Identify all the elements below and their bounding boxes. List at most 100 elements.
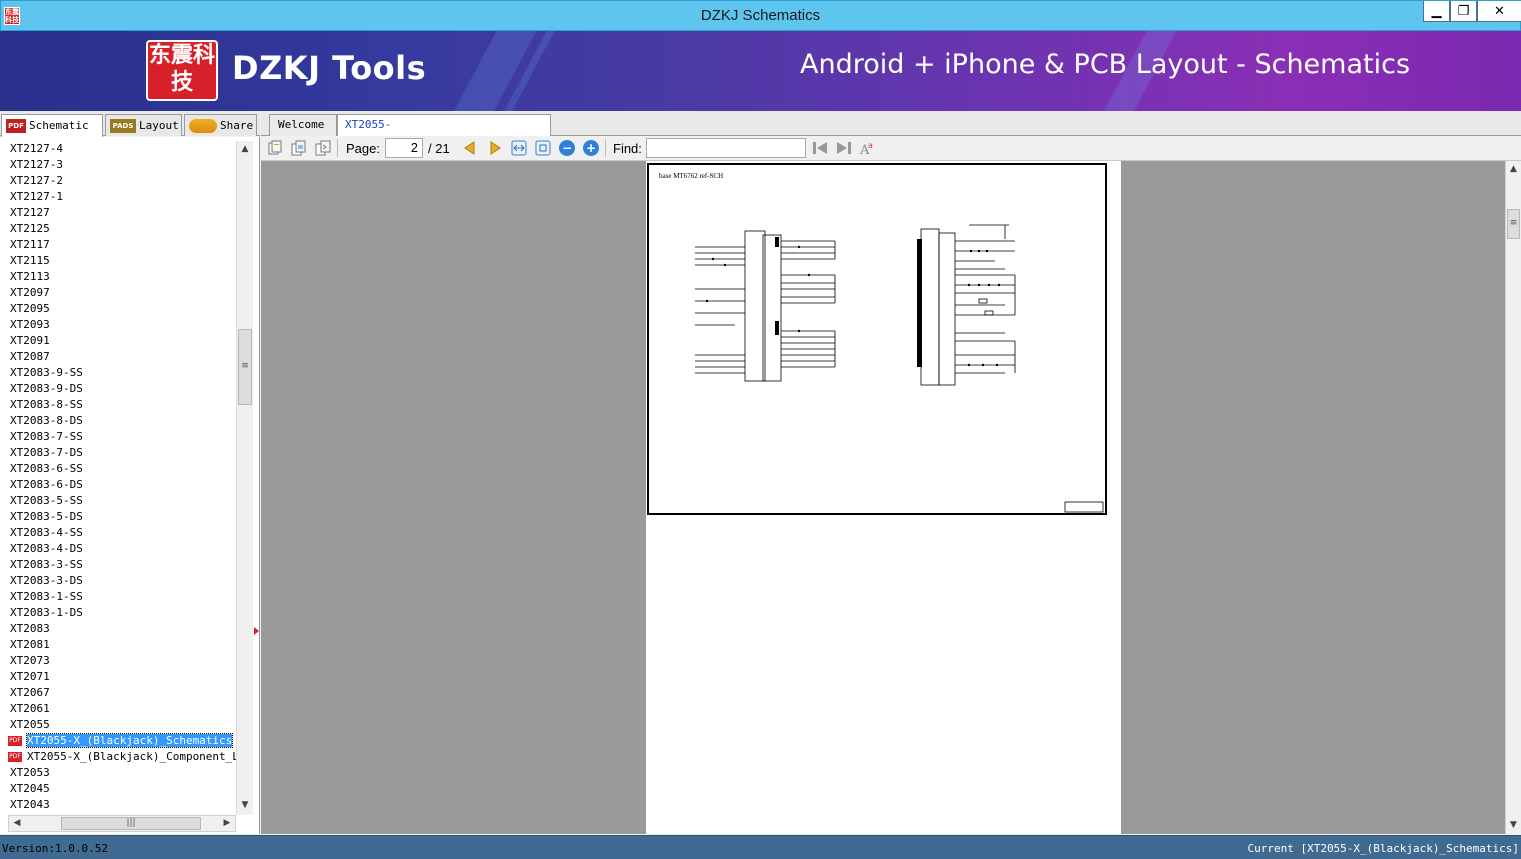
tab-welcome[interactable]: Welcome xyxy=(269,114,337,136)
folder-list-item[interactable]: XT2087 xyxy=(0,349,236,365)
find-previous-icon[interactable] xyxy=(812,140,828,156)
export-page-icon[interactable] xyxy=(315,140,331,156)
close-button[interactable]: ✕ xyxy=(1477,1,1521,22)
folder-list-item[interactable]: XT2083-8-SS xyxy=(0,397,236,413)
zoom-out-icon[interactable]: − xyxy=(559,140,575,156)
schematic-drawing xyxy=(695,224,1104,513)
folder-list-item[interactable]: XT2081 xyxy=(0,637,236,653)
folder-list-item[interactable]: XT2127-2 xyxy=(0,173,236,189)
previous-page-icon[interactable] xyxy=(462,140,478,156)
minimize-button[interactable]: ▁ xyxy=(1423,1,1450,22)
scroll-thumb[interactable]: ||| xyxy=(61,817,201,830)
page-total: / 21 xyxy=(428,141,450,156)
maximize-button[interactable]: ❐ xyxy=(1450,1,1477,22)
file-list-vertical-scrollbar[interactable]: ▲ ≡ ▼ xyxy=(236,141,253,815)
folder-list-item[interactable]: XT2083-3-SS xyxy=(0,557,236,573)
file-list-item[interactable]: PDF XT2055-X_(Blackjack)_Component_Loca xyxy=(0,749,236,765)
folder-list-item[interactable]: XT2083-4-DS xyxy=(0,541,236,557)
scroll-left-arrow-icon[interactable]: ◀ xyxy=(9,816,25,831)
folder-list-item[interactable]: XT2115 xyxy=(0,253,236,269)
tab-schematics-document[interactable]: XT2055-X_(Blackjack)_Schematics✕ xyxy=(337,114,551,151)
sidebar-tabs: PDF Schematic PADS Layout Share xyxy=(0,111,260,137)
folder-list-item[interactable]: XT2055 xyxy=(0,717,236,733)
folder-list-item[interactable]: XT2083-1-DS xyxy=(0,605,236,621)
find-input[interactable] xyxy=(646,138,806,158)
folder-list-item[interactable]: XT2097 xyxy=(0,285,236,301)
next-page-icon[interactable] xyxy=(487,140,503,156)
list-item-label: XT2127-3 xyxy=(10,158,63,171)
folder-list-item[interactable]: XT2091 xyxy=(0,333,236,349)
folder-list-item[interactable]: XT2083-8-DS xyxy=(0,413,236,429)
folder-list-item[interactable]: XT2083-1-SS xyxy=(0,589,236,605)
list-item-label: XT2081 xyxy=(10,638,50,651)
scroll-right-arrow-icon[interactable]: ▶ xyxy=(219,816,235,831)
folder-list-item[interactable]: XT2083-7-SS xyxy=(0,429,236,445)
match-case-icon[interactable]: Aa xyxy=(859,140,875,156)
folder-list-item[interactable]: XT2095 xyxy=(0,301,236,317)
fit-page-icon[interactable] xyxy=(535,140,551,156)
list-item-label: XT2125 xyxy=(10,222,50,235)
folder-list-item[interactable]: XT2083-6-SS xyxy=(0,461,236,477)
document-viewer[interactable]: base MT6762 ref-SCH xyxy=(261,161,1505,834)
tab-share[interactable]: Share xyxy=(184,114,257,136)
folder-list-item[interactable]: XT2083-3-DS xyxy=(0,573,236,589)
title-bar[interactable]: 东震科技 DZKJ Schematics ▁ ❐ ✕ xyxy=(0,0,1521,31)
scroll-down-arrow-icon[interactable]: ▼ xyxy=(237,797,253,813)
folder-list-item[interactable]: XT2083-9-SS xyxy=(0,365,236,381)
folder-list-item[interactable]: XT2083-7-DS xyxy=(0,445,236,461)
folder-list-item[interactable]: XT2045 xyxy=(0,781,236,797)
scroll-thumb[interactable]: ≡ xyxy=(1507,209,1520,239)
status-bar: Version:1.0.0.52 Current [XT2055-X_(Blac… xyxy=(0,835,1521,859)
page-number-input[interactable]: 2 xyxy=(385,138,423,158)
folder-list-item[interactable]: XT2071 xyxy=(0,669,236,685)
zoom-in-icon[interactable]: + xyxy=(583,140,599,156)
folder-list-item[interactable]: XT2053 xyxy=(0,765,236,781)
folder-list-item[interactable]: XT2083-6-DS xyxy=(0,477,236,493)
list-item-label: XT2083 xyxy=(10,622,50,635)
toolbar-separator xyxy=(605,139,606,157)
list-item-label: XT2097 xyxy=(10,286,50,299)
folder-list-item[interactable]: XT2127 xyxy=(0,205,236,221)
folder-list-item[interactable]: XT2093 xyxy=(0,317,236,333)
list-item-label: XT2053 xyxy=(10,766,50,779)
list-item-label: XT2117 xyxy=(10,238,50,251)
folder-list-item[interactable]: XT2067 xyxy=(0,685,236,701)
tab-layout[interactable]: PADS Layout xyxy=(105,114,182,136)
folder-list-item[interactable]: XT2061 xyxy=(0,701,236,717)
folder-list-item[interactable]: XT2127-1 xyxy=(0,189,236,205)
copy-all-icon[interactable] xyxy=(291,140,307,156)
version-text: Version:1.0.0.52 xyxy=(2,842,108,855)
folder-list-item[interactable]: XT2125 xyxy=(0,221,236,237)
folder-list-item[interactable]: XT2113 xyxy=(0,269,236,285)
scroll-down-arrow-icon[interactable]: ▼ xyxy=(1506,817,1521,833)
list-item-label: XT2113 xyxy=(10,270,50,283)
folder-list-item[interactable]: XT2117 xyxy=(0,237,236,253)
folder-list-item[interactable]: XT2083-5-SS xyxy=(0,493,236,509)
file-list-horizontal-scrollbar[interactable]: ◀ ||| ▶ xyxy=(8,815,236,832)
copy-page-icon[interactable] xyxy=(267,140,283,156)
folder-list-item[interactable]: XT2127-3 xyxy=(0,157,236,173)
folder-list-item[interactable]: XT2083-5-DS xyxy=(0,509,236,525)
file-list-item[interactable]: PDF XT2055-X_(Blackjack)_Schematics xyxy=(0,733,236,749)
folder-list-item[interactable]: XT2127-4 xyxy=(0,141,236,157)
list-item-label: XT2083-3-SS xyxy=(10,558,83,571)
folder-list-item[interactable]: XT2083-4-SS xyxy=(0,525,236,541)
scroll-thumb[interactable]: ≡ xyxy=(238,329,252,405)
find-next-icon[interactable] xyxy=(836,140,852,156)
brand-name: DZKJ Tools xyxy=(232,49,427,87)
folder-list-item[interactable]: XT2083-9-DS xyxy=(0,381,236,397)
list-item-label: XT2083-7-DS xyxy=(10,446,83,459)
scroll-up-arrow-icon[interactable]: ▲ xyxy=(237,141,253,157)
folder-list-item[interactable]: XT2083 xyxy=(0,621,236,637)
folder-list-item[interactable]: XT2073 xyxy=(0,653,236,669)
list-item-label: XT2083-8-SS xyxy=(10,398,83,411)
tab-schematic[interactable]: PDF Schematic xyxy=(1,114,103,137)
viewer-vertical-scrollbar[interactable]: ▲ ≡ ▼ xyxy=(1505,161,1521,834)
panel-splitter-handle[interactable] xyxy=(254,627,259,635)
fit-width-icon[interactable] xyxy=(511,140,527,156)
folder-list-item[interactable]: XT2043 xyxy=(0,797,236,813)
svg-text:a: a xyxy=(868,141,873,150)
list-item-label: XT2061 xyxy=(10,702,50,715)
list-item-label: XT2093 xyxy=(10,318,50,331)
scroll-up-arrow-icon[interactable]: ▲ xyxy=(1506,161,1521,177)
